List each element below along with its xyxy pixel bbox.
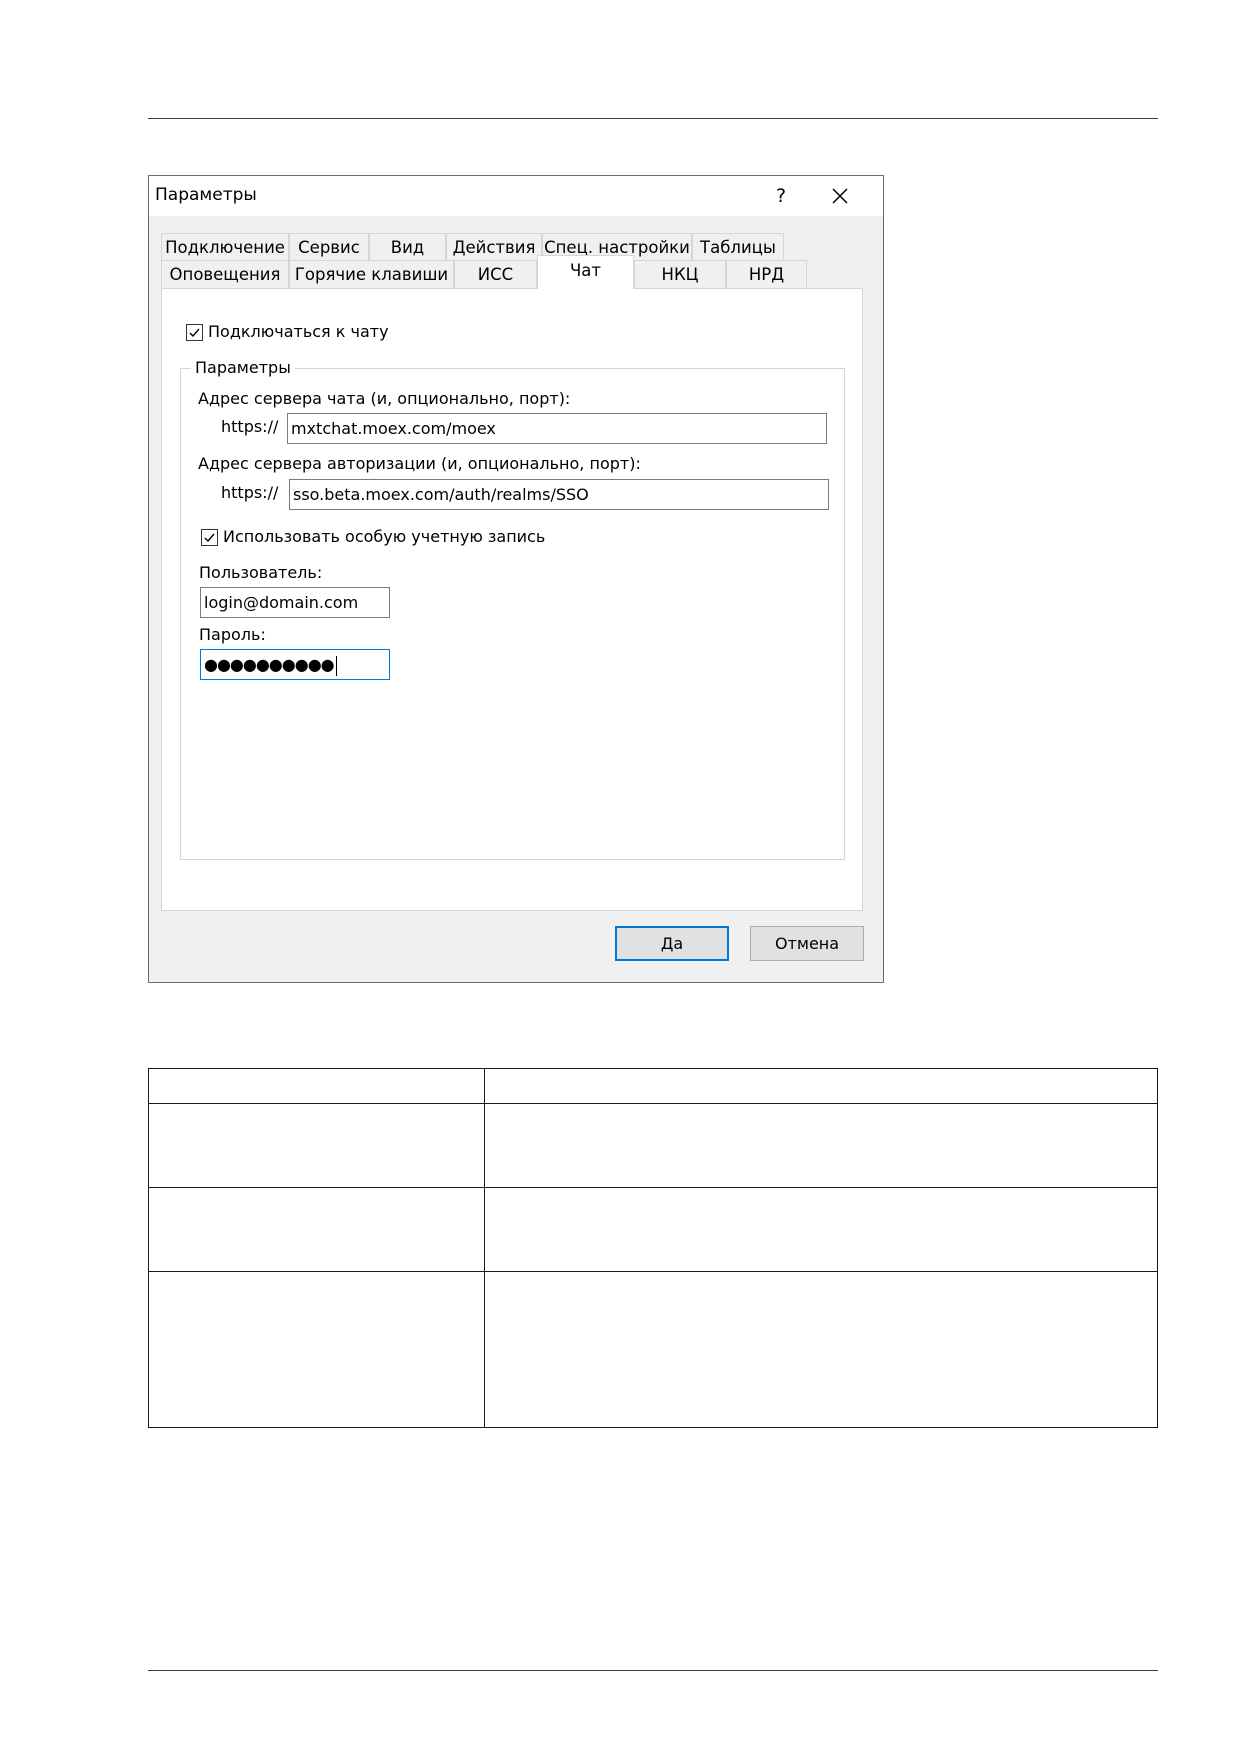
table-row [148, 1271, 1158, 1428]
tab-view[interactable]: Вид [369, 233, 446, 261]
settings-dialog: Параметры ? Подключение Сервис Вид Дейст… [148, 175, 884, 983]
tab-iss[interactable]: ИСС [454, 260, 537, 288]
help-button[interactable]: ? [763, 180, 799, 212]
tab-nrd[interactable]: НРД [726, 260, 807, 288]
chat-tab-panel: Подключаться к чату Параметры Адрес серв… [161, 288, 863, 911]
table-cell [148, 1103, 485, 1188]
table-cell [148, 1271, 485, 1428]
tab-notifications[interactable]: Оповещения [161, 260, 289, 288]
close-icon [832, 188, 848, 204]
table-row [148, 1103, 1158, 1188]
password-value: ●●●●●●●●●● [204, 655, 335, 674]
auth-server-label: Адрес сервера авторизации (и, опциональн… [198, 454, 641, 473]
tab-nkc[interactable]: НКЦ [634, 260, 726, 288]
page-footer-rule [148, 1670, 1158, 1671]
tab-chat[interactable]: Чат [537, 255, 634, 289]
tab-actions[interactable]: Действия [446, 233, 542, 261]
description-table [148, 1068, 1158, 1428]
custom-account-label[interactable]: Использовать особую учетную запись [223, 527, 545, 546]
dialog-titlebar: Параметры ? [149, 176, 883, 216]
table-header-cell [148, 1068, 485, 1104]
connect-chat-label[interactable]: Подключаться к чату [208, 322, 389, 341]
password-input[interactable]: ●●●●●●●●●● [200, 649, 390, 680]
checkmark-icon [204, 533, 215, 543]
tab-row-2: Оповещения Горячие клавиши ИСС Чат НКЦ Н… [149, 255, 883, 289]
user-label: Пользователь: [199, 563, 323, 582]
chat-server-prefix: https:// [221, 417, 279, 436]
cancel-button[interactable]: Отмена [750, 926, 864, 961]
close-button[interactable] [815, 180, 865, 212]
tab-hotkeys[interactable]: Горячие клавиши [289, 260, 454, 288]
table-cell [484, 1271, 1158, 1428]
connect-chat-checkbox[interactable] [186, 324, 203, 341]
auth-server-input[interactable]: sso.beta.moex.com/auth/realms/SSO [289, 479, 829, 510]
tab-service[interactable]: Сервис [289, 233, 369, 261]
table-cell [484, 1187, 1158, 1272]
tab-tables[interactable]: Таблицы [692, 233, 784, 261]
table-cell [484, 1103, 1158, 1188]
tab-row-1: Подключение Сервис Вид Действия Спец. на… [149, 233, 883, 261]
text-caret [335, 655, 337, 676]
password-label: Пароль: [199, 625, 266, 644]
table-header-cell [484, 1068, 1158, 1104]
help-icon: ? [775, 185, 787, 207]
custom-account-checkbox[interactable] [201, 529, 218, 546]
chat-server-input[interactable]: mxtchat.moex.com/moex [287, 413, 827, 444]
ok-button[interactable]: Да [615, 926, 729, 961]
tab-connection[interactable]: Подключение [161, 233, 289, 261]
dialog-title: Параметры [155, 185, 257, 205]
parameters-group: Параметры Адрес сервера чата (и, опциона… [180, 358, 845, 860]
user-input[interactable]: login@domain.com [200, 587, 390, 618]
chat-server-label: Адрес сервера чата (и, опционально, порт… [198, 389, 571, 408]
table-header-row [148, 1068, 1158, 1104]
page-header-rule [148, 118, 1158, 119]
table-row [148, 1187, 1158, 1272]
parameters-group-title: Параметры [191, 358, 295, 377]
checkmark-icon [189, 328, 200, 338]
table-cell [148, 1187, 485, 1272]
auth-server-prefix: https:// [221, 483, 279, 502]
